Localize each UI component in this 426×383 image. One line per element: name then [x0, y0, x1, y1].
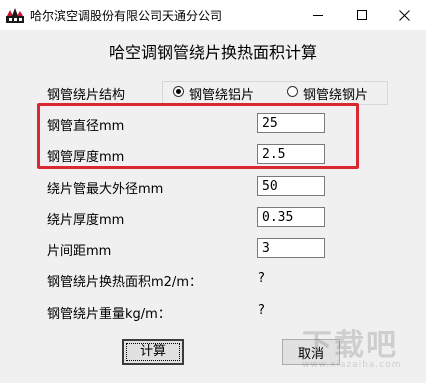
- fin-spacing-input[interactable]: [257, 238, 325, 258]
- weight-value: ?: [258, 303, 265, 318]
- maximize-icon: [357, 10, 367, 20]
- tube-thickness-label: 钢管厚度mm: [47, 150, 125, 165]
- maximize-button[interactable]: [340, 0, 384, 30]
- radio-steel-dot[interactable]: [287, 86, 298, 97]
- tube-thickness-input[interactable]: [257, 144, 325, 164]
- watermark-text: 下载吧: [302, 328, 398, 363]
- radio-aluminum-label: 钢管绕铝片: [189, 88, 255, 103]
- calculate-button[interactable]: 计算: [122, 339, 184, 365]
- minimize-button[interactable]: [296, 0, 340, 30]
- tube-diameter-input[interactable]: [257, 113, 325, 133]
- window-title: 哈尔滨空调股份有限公司天通分公司: [30, 9, 223, 23]
- form-heading: 哈空调钢管绕片换热面积计算: [108, 43, 317, 62]
- fin-max-od-label: 绕片管最大外径mm: [47, 182, 164, 197]
- radio-steel-label: 钢管绕钢片: [303, 88, 369, 103]
- tube-diameter-label: 钢管直径mm: [47, 119, 125, 134]
- weight-label: 钢管绕片重量kg/m：: [47, 307, 171, 322]
- fin-thickness-input[interactable]: [257, 207, 325, 227]
- fin-max-od-input[interactable]: [257, 176, 325, 196]
- close-icon: [399, 10, 410, 21]
- heat-area-value: ?: [258, 271, 265, 286]
- fin-thickness-label: 绕片厚度mm: [47, 213, 125, 228]
- watermark: 下载吧 www.xiazaiba.com: [302, 320, 402, 370]
- minimize-icon: [313, 15, 323, 16]
- close-button[interactable]: [382, 0, 426, 30]
- watermark-subtext: www.xiazaiba.com: [302, 360, 402, 370]
- fin-spacing-label: 片间距mm: [47, 244, 112, 259]
- heat-area-label: 钢管绕片换热面积m2/m：: [47, 275, 202, 290]
- structure-label: 钢管绕片结构: [47, 88, 126, 103]
- radio-aluminum-dot[interactable]: [173, 86, 184, 97]
- app-window: 哈尔滨空调股份有限公司天通分公司 哈空调钢管绕片换热面积计算 钢管绕片结构 钢管…: [0, 0, 426, 383]
- calculate-button-label: 计算: [126, 343, 180, 361]
- dialog-client-area: 哈空调钢管绕片换热面积计算 钢管绕片结构 钢管绕铝片 钢管绕钢片 钢管直径mm …: [0, 30, 426, 383]
- app-logo-icon: [6, 7, 24, 23]
- title-bar[interactable]: 哈尔滨空调股份有限公司天通分公司: [0, 0, 426, 30]
